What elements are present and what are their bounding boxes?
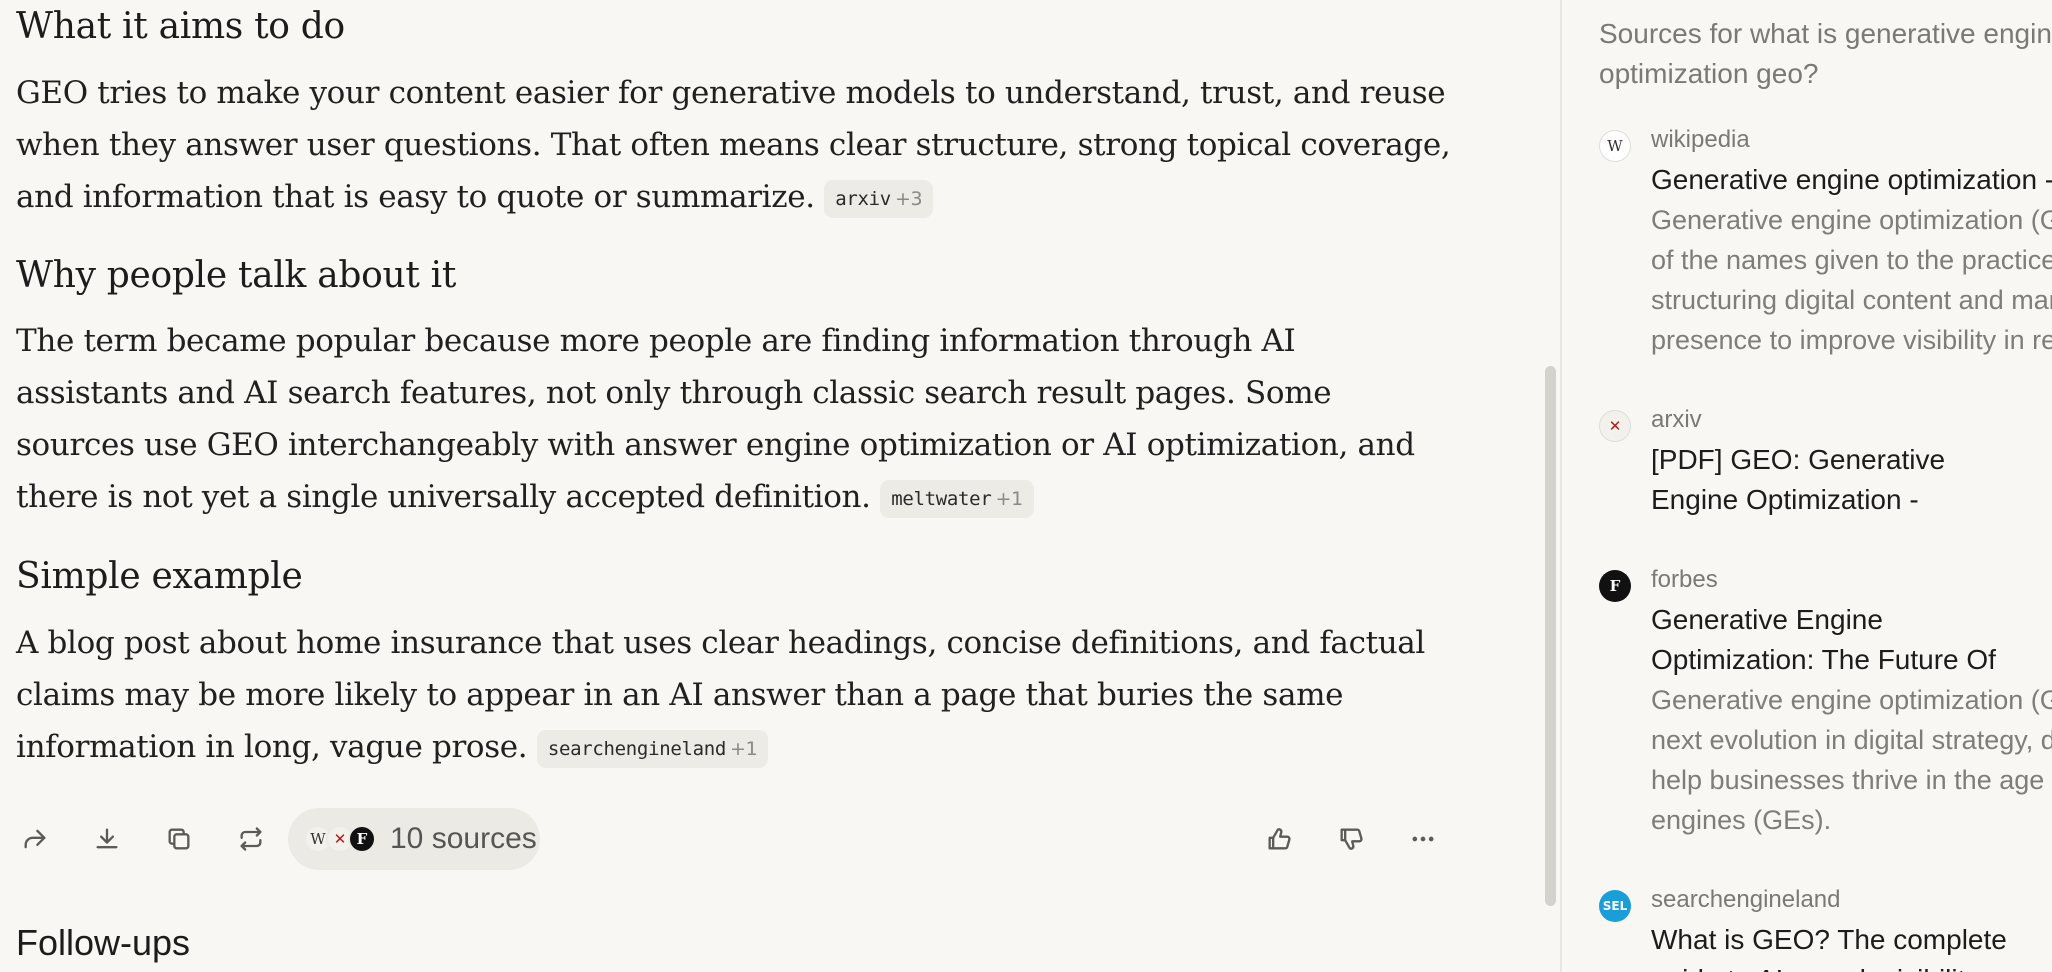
- source-domain: forbes: [1651, 566, 1718, 593]
- paragraph-text: GEO tries to make your content easier fo…: [16, 75, 1451, 215]
- download-icon[interactable]: [88, 820, 126, 858]
- source-item-searchengineland[interactable]: SEL searchengineland What is GEO? The co…: [1599, 886, 2052, 972]
- source-favicons: W ✕ F: [304, 825, 376, 853]
- source-title: [PDF] GEO: Generative Engine Optimizatio…: [1651, 444, 1946, 515]
- answer-panel: What it aims to do GEO tries to make you…: [0, 0, 1560, 972]
- source-domain: arxiv: [1651, 406, 1702, 433]
- source-domain: wikipedia: [1651, 126, 1750, 153]
- sources-button[interactable]: W ✕ F 10 sources: [288, 808, 540, 870]
- arxiv-icon: ✕: [1599, 410, 1631, 442]
- share-icon[interactable]: [16, 820, 54, 858]
- citation-more: +3: [894, 188, 923, 210]
- more-icon[interactable]: [1404, 820, 1442, 858]
- thumbs-down-icon[interactable]: [1332, 820, 1370, 858]
- thumbs-up-icon[interactable]: [1260, 820, 1298, 858]
- followups-heading: Follow-ups: [16, 922, 191, 963]
- section-paragraph: The term became popular because more peo…: [16, 315, 1456, 523]
- citation-chip[interactable]: meltwater +1: [880, 480, 1034, 518]
- citation-chip[interactable]: arxiv +3: [824, 180, 934, 218]
- sources-count: 10 sources: [390, 822, 537, 855]
- scrollbar-thumb[interactable]: [1545, 366, 1556, 906]
- citation-source: searchengineland: [547, 738, 727, 760]
- paragraph-text: The term became popular because more peo…: [16, 323, 1415, 515]
- citation-source: meltwater: [891, 488, 992, 510]
- source-title: Generative Engine Optimization: The Futu…: [1651, 604, 1996, 675]
- sources-sidebar-title: Sources for what is generative engine op…: [1599, 18, 2052, 89]
- source-title: What is GEO? The complete guide to AI se…: [1651, 924, 2007, 972]
- citation-more: +1: [995, 488, 1023, 510]
- citation-source: arxiv: [835, 188, 891, 210]
- citation-chip[interactable]: searchengineland +1: [536, 730, 769, 768]
- source-item-wikipedia[interactable]: W wikipedia Generative engine optimizati…: [1599, 126, 2052, 356]
- source-item-arxiv[interactable]: ✕ arxiv [PDF] GEO: Generative Engine Opt…: [1599, 406, 2052, 526]
- section-heading: Why people talk about it: [16, 255, 457, 296]
- section-paragraph: A blog post about home insurance that us…: [16, 617, 1436, 773]
- section-heading: What it aims to do: [16, 6, 345, 47]
- source-snippet: Generative engine optimization (GEO) is …: [1651, 205, 2052, 355]
- citation-more: +1: [730, 738, 758, 760]
- section-paragraph: GEO tries to make your content easier fo…: [16, 67, 1456, 223]
- searchengineland-icon: SEL: [1599, 890, 1631, 922]
- source-domain: searchengineland: [1651, 886, 1841, 913]
- forbes-icon: F: [348, 825, 376, 853]
- section-heading: Simple example: [16, 556, 303, 597]
- copy-icon[interactable]: [160, 820, 198, 858]
- source-item-forbes[interactable]: F forbes Generative Engine Optimization:…: [1599, 566, 2052, 836]
- source-snippet: Generative engine optimization (GEO) is …: [1651, 685, 2052, 835]
- forbes-icon: F: [1599, 570, 1631, 602]
- wikipedia-icon: W: [1599, 130, 1631, 162]
- answer-actions-bar: W ✕ F 10 sources: [16, 808, 1456, 870]
- source-title: Generative engine optimization - Wikiped…: [1651, 164, 2052, 195]
- rewrite-icon[interactable]: [232, 820, 270, 858]
- sources-sidebar: Sources for what is generative engine op…: [1562, 0, 2052, 972]
